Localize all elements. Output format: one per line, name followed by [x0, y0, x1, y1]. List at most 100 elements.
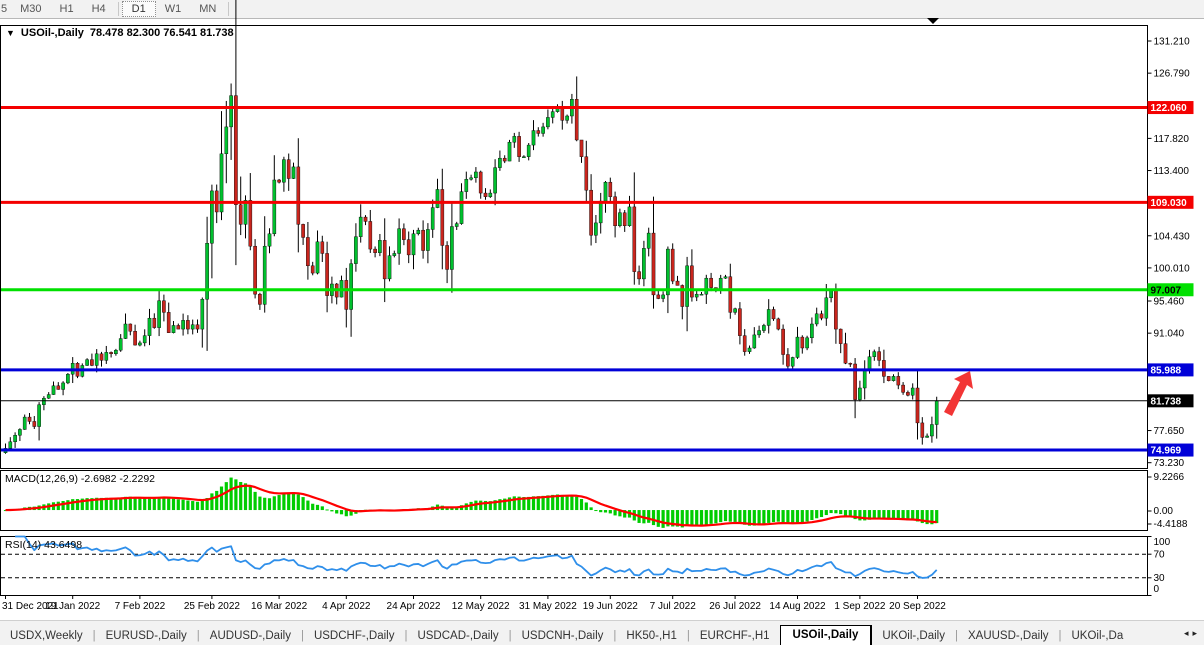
symbol-tab-bar: USDX,Weekly|EURUSD-,Daily|AUDUSD-,Daily|…: [0, 620, 1204, 645]
candle-body: [518, 136, 521, 156]
macd-indicator-label: MACD(12,26,9) -2.6982 -2.2292: [5, 473, 155, 485]
rsi-name: RSI(14): [5, 539, 41, 551]
macd-bar: [186, 501, 189, 511]
macd-bar: [570, 495, 573, 510]
candle-body: [652, 233, 655, 295]
symbol-tab-eurchfh1[interactable]: EURCHF-,H1: [690, 627, 780, 645]
macd-axis-label: -4.4188: [1154, 519, 1188, 530]
macd-bar: [575, 497, 578, 510]
candle-body: [417, 230, 420, 234]
macd-bar: [561, 495, 564, 510]
candle-body: [182, 320, 185, 329]
candle-body: [657, 295, 660, 299]
macd-name: MACD(12,26,9): [5, 473, 78, 485]
candle-body: [47, 395, 50, 399]
symbol-tab-usoildaily[interactable]: USOil-,Daily: [780, 625, 873, 645]
candle-body: [52, 386, 55, 395]
date-axis-label: 7 Jul 2022: [650, 601, 697, 612]
macd-bar: [782, 510, 785, 522]
candle-body: [542, 127, 545, 134]
candle-body: [191, 325, 194, 329]
macd-bar: [230, 478, 233, 510]
chart-title[interactable]: ▼ USOil-,Daily 78.478 82.300 76.541 81.7…: [6, 27, 234, 39]
candle-body: [796, 337, 799, 357]
candle-body: [38, 405, 41, 427]
candle-body: [503, 158, 506, 161]
symbol-tab-usdcaddaily[interactable]: USDCAD-,Daily: [407, 627, 508, 645]
macd-bar: [172, 499, 175, 510]
candle-body: [594, 223, 597, 235]
candle-body: [167, 312, 170, 332]
chart-symbol-label: USOil-,Daily: [21, 27, 84, 39]
rsi-panel: [1, 537, 1148, 596]
candle-body: [119, 339, 122, 351]
symbol-tab-ukoildaily[interactable]: UKOil-,Daily: [872, 627, 955, 645]
candle-body: [863, 369, 866, 388]
candle-body: [834, 290, 837, 329]
candle-body: [844, 344, 847, 364]
macd-bar: [138, 498, 141, 510]
macd-bar: [254, 492, 257, 510]
candle-body: [810, 324, 813, 338]
symbol-tab-usdxweekly[interactable]: USDX,Weekly: [0, 627, 93, 645]
macd-bar: [738, 510, 741, 523]
macd-bar: [815, 510, 818, 518]
candle-body: [662, 295, 665, 299]
symbol-tab-ukoilda[interactable]: UKOil-,Da: [1062, 627, 1134, 645]
symbol-tab-usdcnhdaily[interactable]: USDCNH-,Daily: [512, 627, 614, 645]
macd-bar: [825, 510, 828, 515]
tab-scroll-right-icon[interactable]: ▸: [1192, 628, 1201, 638]
candle-body: [820, 314, 823, 318]
candle-body: [393, 253, 396, 255]
candle-body: [369, 221, 372, 249]
macd-bar: [234, 479, 237, 510]
macd-bar: [839, 510, 842, 514]
macd-bar: [796, 510, 799, 523]
candle-body: [695, 294, 698, 297]
candle-body: [350, 264, 353, 310]
candle-body: [748, 348, 751, 352]
macd-bar: [263, 498, 266, 510]
macd-bar: [201, 501, 204, 510]
candle-body: [287, 160, 290, 179]
symbol-dropdown-icon[interactable]: ▼: [6, 28, 15, 38]
candle-body: [537, 131, 540, 134]
macd-bar: [724, 510, 727, 521]
symbol-tab-eurusddaily[interactable]: EURUSD-,Daily: [96, 627, 197, 645]
macd-bar: [657, 510, 660, 527]
macd-bar: [215, 491, 218, 510]
candle-body: [609, 182, 612, 197]
symbol-tab-hk50h1[interactable]: HK50-,H1: [616, 627, 687, 645]
candle-body: [153, 318, 156, 327]
candle-body: [225, 127, 228, 154]
macd-bar: [734, 510, 737, 522]
price-axis-label: 73.230: [1154, 458, 1185, 469]
rsi-axis-label: 0: [1154, 584, 1160, 595]
candle-body: [791, 357, 794, 366]
candle-body: [623, 213, 626, 226]
macd-axis-label: 0.00: [1154, 506, 1174, 517]
symbol-tab-audusddaily[interactable]: AUDUSD-,Daily: [200, 627, 301, 645]
symbol-tab-xauusddaily[interactable]: XAUUSD-,Daily: [958, 627, 1059, 645]
candle-body: [868, 357, 871, 369]
candle-body: [527, 145, 530, 157]
price-badge-label: 74.969: [1151, 446, 1182, 457]
candle-body: [532, 131, 535, 146]
candle-body: [638, 272, 641, 279]
macd-bar: [710, 510, 713, 524]
macd-bar: [479, 501, 482, 510]
candle-body: [604, 182, 607, 201]
candle-body: [66, 374, 69, 383]
macd-bar: [590, 507, 593, 510]
macd-bar: [143, 498, 146, 510]
candle-body: [580, 140, 583, 157]
tab-scroll-arrows[interactable]: ◂▸: [1180, 628, 1201, 639]
candle-body: [23, 417, 26, 429]
candle-body: [412, 234, 415, 255]
macd-bar: [330, 510, 333, 511]
macd-bar: [762, 510, 765, 524]
macd-bar: [700, 510, 703, 526]
symbol-tab-usdchfdaily[interactable]: USDCHF-,Daily: [304, 627, 405, 645]
macd-bar: [244, 483, 247, 510]
candle-body: [642, 248, 645, 279]
